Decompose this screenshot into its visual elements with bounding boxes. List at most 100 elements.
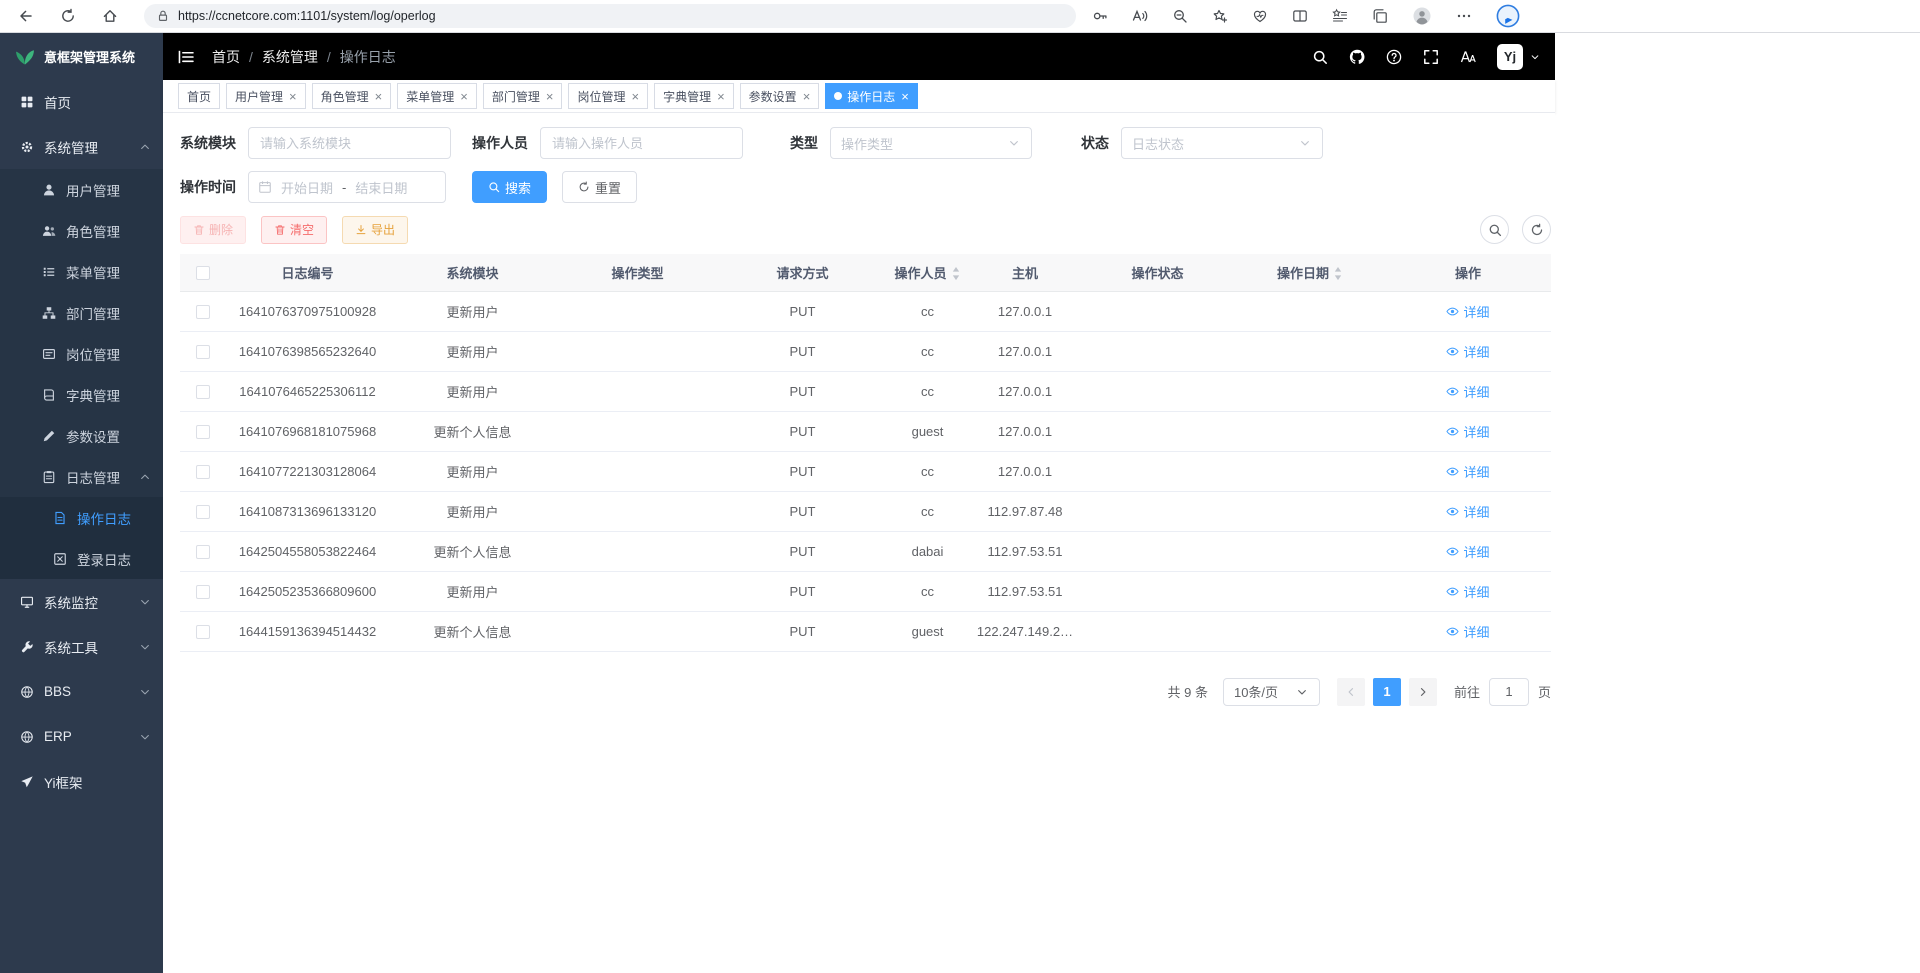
page-number-button[interactable]: 1 (1373, 678, 1401, 706)
sidebar-item[interactable]: Yi框架 (0, 759, 163, 804)
close-icon[interactable]: × (546, 90, 554, 103)
font-size-icon[interactable] (1460, 49, 1476, 65)
row-checkbox[interactable] (196, 505, 210, 519)
view-tab[interactable]: 参数设置× (740, 83, 820, 109)
select-all-checkbox[interactable] (196, 266, 210, 280)
fold-sidebar-icon[interactable] (177, 48, 195, 66)
sort-icon[interactable] (1333, 266, 1343, 281)
eye-icon (1446, 305, 1459, 318)
breadcrumb-item[interactable]: 系统管理 (262, 47, 318, 67)
sidebar-item[interactable]: 系统监控 (0, 579, 163, 624)
clear-button[interactable]: 清空 (261, 216, 327, 244)
detail-link[interactable]: 详细 (1446, 502, 1489, 521)
profile-icon[interactable] (1412, 6, 1432, 26)
detail-link[interactable]: 详细 (1446, 462, 1489, 481)
view-tab[interactable]: 用户管理× (226, 83, 306, 109)
detail-link[interactable]: 详细 (1446, 422, 1489, 441)
sidebar-item[interactable]: 日志管理 (0, 456, 163, 497)
breadcrumb-item[interactable]: 首页 (212, 47, 240, 67)
view-tab[interactable]: 首页 (178, 83, 220, 109)
view-tab[interactable]: 菜单管理× (397, 83, 477, 109)
type-select[interactable]: 操作类型 (830, 127, 1032, 159)
sidebar-item[interactable]: 系统管理 (0, 124, 163, 169)
sidebar-item[interactable]: 参数设置 (0, 415, 163, 456)
collections-icon[interactable] (1372, 8, 1388, 24)
fullscreen-icon[interactable] (1423, 49, 1439, 65)
operator-input[interactable] (540, 127, 743, 159)
view-tab[interactable]: 岗位管理× (568, 83, 648, 109)
search-icon[interactable] (1312, 49, 1328, 65)
sort-icon[interactable] (951, 266, 961, 281)
question-icon[interactable] (1386, 49, 1402, 65)
row-checkbox[interactable] (196, 625, 210, 639)
detail-link[interactable]: 详细 (1446, 542, 1489, 561)
split-screen-icon[interactable] (1292, 8, 1308, 24)
sidebar-item[interactable]: 菜单管理 (0, 251, 163, 292)
close-icon[interactable]: × (289, 90, 297, 103)
date-range-picker[interactable]: 开始日期 - 结束日期 (248, 171, 446, 203)
sidebar-item[interactable]: BBS (0, 669, 163, 714)
page-size-select[interactable]: 10条/页 (1223, 678, 1320, 706)
key-icon[interactable] (1092, 8, 1108, 24)
read-aloud-icon[interactable] (1132, 8, 1148, 24)
more-icon[interactable] (1456, 8, 1472, 24)
close-icon[interactable]: × (717, 90, 725, 103)
back-icon[interactable] (18, 8, 34, 24)
row-checkbox[interactable] (196, 305, 210, 319)
view-tab[interactable]: 部门管理× (483, 83, 563, 109)
module-input[interactable] (248, 127, 451, 159)
view-tab[interactable]: 操作日志× (825, 83, 918, 109)
search-button[interactable]: 搜索 (472, 171, 547, 203)
sidebar-item[interactable]: 岗位管理 (0, 333, 163, 374)
home-icon[interactable] (102, 8, 118, 24)
bing-icon[interactable] (1496, 4, 1520, 28)
column-header[interactable]: 操作人员 (885, 254, 970, 291)
close-icon[interactable]: × (901, 90, 909, 103)
export-button[interactable]: 导出 (342, 216, 408, 244)
close-icon[interactable]: × (460, 90, 468, 103)
avatar[interactable]: Yj (1497, 44, 1523, 70)
row-checkbox[interactable] (196, 385, 210, 399)
column-header[interactable]: 操作日期 (1235, 254, 1385, 291)
row-checkbox[interactable] (196, 545, 210, 559)
sidebar-item[interactable]: 部门管理 (0, 292, 163, 333)
delete-button[interactable]: 删除 (180, 216, 246, 244)
sidebar-item[interactable]: 操作日志 (0, 497, 163, 538)
sidebar-item[interactable]: 角色管理 (0, 210, 163, 251)
essentials-icon[interactable] (1252, 8, 1268, 24)
table-search-button[interactable] (1480, 215, 1509, 244)
detail-link[interactable]: 详细 (1446, 302, 1489, 321)
sidebar-item[interactable]: 首页 (0, 79, 163, 124)
zoom-out-icon[interactable] (1172, 8, 1188, 24)
sidebar-item[interactable]: 系统工具 (0, 624, 163, 669)
chevron-down-icon[interactable] (1529, 51, 1541, 63)
row-checkbox[interactable] (196, 425, 210, 439)
sidebar-item[interactable]: ERP (0, 714, 163, 759)
detail-link[interactable]: 详细 (1446, 622, 1489, 641)
close-icon[interactable]: × (631, 90, 639, 103)
sidebar-item[interactable]: 字典管理 (0, 374, 163, 415)
refresh-icon[interactable] (60, 8, 76, 24)
row-checkbox[interactable] (196, 345, 210, 359)
github-icon[interactable] (1349, 49, 1365, 65)
close-icon[interactable]: × (375, 90, 383, 103)
favorites-bar-icon[interactable] (1332, 8, 1348, 24)
view-tab[interactable]: 字典管理× (654, 83, 734, 109)
detail-link[interactable]: 详细 (1446, 582, 1489, 601)
reset-button[interactable]: 重置 (562, 171, 637, 203)
view-tab[interactable]: 角色管理× (312, 83, 392, 109)
sidebar-item[interactable]: 登录日志 (0, 538, 163, 579)
next-page-button[interactable] (1409, 678, 1437, 706)
sidebar-item[interactable]: 用户管理 (0, 169, 163, 210)
close-icon[interactable]: × (803, 90, 811, 103)
table-refresh-button[interactable] (1522, 215, 1551, 244)
status-select[interactable]: 日志状态 (1121, 127, 1323, 159)
row-checkbox[interactable] (196, 465, 210, 479)
row-checkbox[interactable] (196, 585, 210, 599)
detail-link[interactable]: 详细 (1446, 382, 1489, 401)
goto-page-input[interactable] (1489, 678, 1529, 706)
address-bar[interactable]: https://ccnetcore.com:1101/system/log/op… (144, 4, 1076, 28)
prev-page-button[interactable] (1337, 678, 1365, 706)
favorite-add-icon[interactable] (1212, 8, 1228, 24)
detail-link[interactable]: 详细 (1446, 342, 1489, 361)
